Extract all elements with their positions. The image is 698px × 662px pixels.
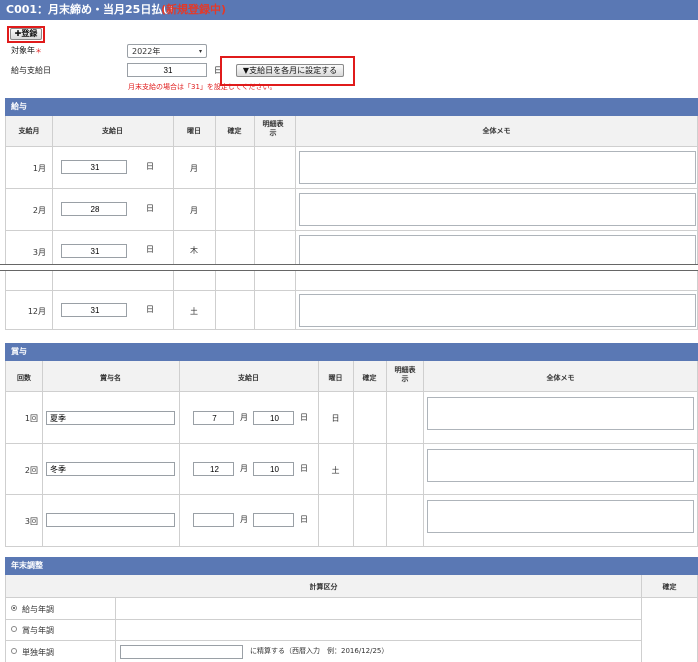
salary-col-weekday: 曜日	[187, 127, 201, 135]
salary-weekday-3: 木	[190, 246, 198, 255]
bonus-col-weekday: 曜日	[328, 374, 343, 382]
year-end-section-header: 年末調整	[5, 557, 698, 575]
salary-memo-1[interactable]	[299, 151, 696, 184]
radio-bonus-adjustment[interactable]	[11, 626, 17, 632]
status-label: (新規登録中)	[161, 3, 227, 16]
salary-month-3: 3月	[32, 248, 46, 257]
bonus-weekday-2: 土	[331, 466, 340, 475]
salary-day-unit-2: 日	[146, 204, 154, 213]
radio-salary-adjustment[interactable]	[11, 605, 17, 611]
year-label-text: 対象年	[11, 46, 35, 55]
bonus-col-payday: 支給日	[238, 374, 259, 382]
bonus-month-input-2[interactable]	[193, 462, 234, 476]
salary-col-confirm: 確定	[227, 127, 242, 135]
bonus-col-memo: 全体メモ	[546, 374, 575, 382]
apply-payday-button[interactable]: ▼支給日を各月に設定する	[236, 64, 344, 77]
bonus-day-unit-1: 日	[300, 413, 308, 422]
salary-month-1: 1月	[32, 164, 46, 173]
salary-weekday-2: 月	[190, 206, 198, 215]
bonus-col-confirm: 確定	[362, 374, 377, 382]
bonus-month-input-3[interactable]	[193, 513, 234, 527]
year-label: 対象年＊	[11, 45, 42, 56]
bonus-col-count: 回数	[17, 374, 31, 382]
salary-month-2: 2月	[32, 206, 46, 215]
bonus-count-1: 1回	[24, 414, 38, 423]
title-bar: C001：月末締め・当月25日払い (新規登録中)	[0, 0, 698, 20]
bonus-month-unit-1: 月	[240, 413, 248, 422]
bonus-day-input-2[interactable]	[253, 462, 294, 476]
bonus-day-unit-2: 日	[300, 464, 308, 473]
salary-weekday-1: 月	[190, 164, 198, 173]
salary-day-input-1[interactable]	[61, 160, 127, 174]
bonus-month-unit-3: 月	[240, 515, 248, 524]
payday-note: 月末支給の場合は「31」を設定してください。	[128, 83, 277, 91]
salary-day-input-2[interactable]	[61, 202, 127, 216]
salary-col-detail: 明細表示	[262, 120, 284, 137]
option-standalone-adjustment: 単独年調	[22, 648, 54, 657]
bonus-day-input-1[interactable]	[253, 411, 294, 425]
salary-weekday-12: 土	[190, 307, 198, 316]
bonus-count-2: 2回	[24, 466, 38, 475]
bonus-col-detail: 明細表示	[394, 366, 416, 383]
salary-memo-2[interactable]	[299, 193, 696, 226]
bonus-section-header: 賞与	[5, 343, 698, 361]
salary-day-unit-3: 日	[146, 245, 154, 254]
register-button[interactable]: ✚登録	[10, 28, 42, 40]
salary-day-unit-1: 日	[146, 162, 154, 171]
year-end-col-category: 計算区分	[309, 583, 338, 591]
year-select[interactable]: 2022年 ▾	[127, 44, 207, 58]
salary-col-payday: 支給日	[102, 127, 123, 135]
payday-input[interactable]	[127, 63, 207, 77]
bonus-name-input-1[interactable]	[46, 411, 175, 425]
salary-day-unit-12: 日	[146, 305, 154, 314]
dropdown-arrow-icon: ▾	[198, 48, 202, 55]
bonus-count-3: 3回	[24, 517, 38, 526]
radio-standalone-adjustment[interactable]	[11, 648, 17, 654]
salary-month-12: 12月	[27, 307, 46, 316]
bonus-month-input-1[interactable]	[193, 411, 234, 425]
bonus-memo-2[interactable]	[427, 449, 694, 482]
salary-day-input-12[interactable]	[61, 303, 127, 317]
bonus-day-unit-3: 日	[300, 515, 308, 524]
payday-label: 給与支給日	[11, 66, 51, 75]
bonus-memo-1[interactable]	[427, 397, 694, 430]
bonus-name-input-2[interactable]	[46, 462, 175, 476]
salary-section-header: 給与	[5, 98, 698, 116]
salary-memo-12[interactable]	[299, 294, 696, 327]
bonus-memo-3[interactable]	[427, 500, 694, 533]
year-select-value: 2022年	[132, 47, 161, 56]
required-mark: ＊	[35, 47, 42, 55]
salary-col-memo: 全体メモ	[482, 127, 511, 135]
salary-day-input-3[interactable]	[61, 244, 127, 258]
bonus-month-unit-2: 月	[240, 464, 248, 473]
page-title: C001：月末締め・当月25日払い	[6, 3, 174, 16]
option-salary-adjustment: 給与年調	[22, 605, 54, 614]
standalone-suffix: に精算する（西暦入力 例：2016/12/25）	[250, 647, 389, 655]
salary-col-month: 支給月	[18, 127, 40, 135]
option-bonus-adjustment: 賞与年調	[22, 626, 54, 635]
year-end-col-confirm: 確定	[662, 583, 677, 591]
standalone-date-input[interactable]	[120, 645, 243, 659]
bonus-day-input-3[interactable]	[253, 513, 294, 527]
bonus-weekday-1: 日	[331, 414, 340, 423]
bonus-name-input-3[interactable]	[46, 513, 175, 527]
cut-separator	[0, 264, 698, 271]
bonus-col-name: 賞与名	[100, 374, 121, 382]
